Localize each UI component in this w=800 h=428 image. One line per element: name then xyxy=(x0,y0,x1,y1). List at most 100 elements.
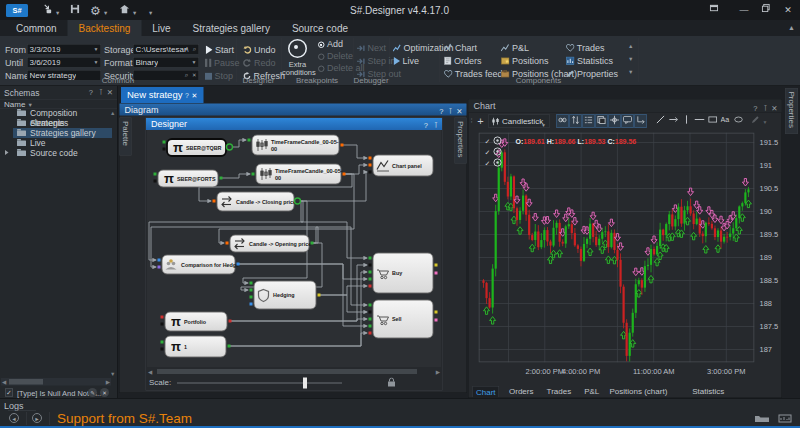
sort-tool-icon[interactable] xyxy=(570,114,582,128)
output-port[interactable] xyxy=(435,264,438,267)
add-radio[interactable]: Add xyxy=(318,38,343,51)
ribbon-tab-common[interactable]: Common xyxy=(5,20,68,36)
input-port[interactable] xyxy=(161,348,164,351)
diagram-node-sell[interactable]: Sell xyxy=(373,300,433,338)
diagram-node-chartpanel[interactable]: Chart panel xyxy=(373,155,433,176)
diagram-node-tfc2[interactable]: TimeFrameCandle_00-05-00 xyxy=(256,164,343,184)
diagram-node-portfolio[interactable]: πPortfolio xyxy=(165,312,227,331)
undo-button[interactable]: Undo xyxy=(243,44,276,55)
copy-tool-icon[interactable] xyxy=(596,114,608,128)
storage-field[interactable]: C:\Users\tesar\Do...⌕▼ xyxy=(133,44,199,55)
input-port[interactable] xyxy=(369,157,372,160)
next-button[interactable]: Next xyxy=(357,42,386,53)
input-port[interactable] xyxy=(252,173,255,176)
scroll-up-icon[interactable]: ▲ xyxy=(110,110,115,116)
input-port[interactable] xyxy=(369,264,372,267)
input-port[interactable] xyxy=(161,316,164,319)
draw-rect-icon[interactable] xyxy=(707,114,719,128)
ribbon-collapse-icon[interactable]: ▲ xyxy=(788,23,795,31)
help-icon[interactable]: ? xyxy=(89,88,93,97)
input-port[interactable] xyxy=(250,289,253,292)
chart-tab-positions-chart-[interactable]: Positions (chart) xyxy=(607,386,671,397)
input-port[interactable] xyxy=(154,180,157,183)
dropdown-icon[interactable]: ▼ xyxy=(94,47,99,53)
input-port[interactable] xyxy=(154,173,157,176)
bubble-tool-icon[interactable] xyxy=(622,114,634,128)
schemas-vertical-scrollbar[interactable]: ▲ ▼ xyxy=(109,110,116,377)
series-type-combo[interactable]: Candlestick▼ xyxy=(489,114,550,128)
input-port[interactable] xyxy=(250,296,253,299)
list-tool-icon[interactable] xyxy=(583,114,595,128)
draw-vline-icon[interactable] xyxy=(681,114,693,128)
input-port[interactable] xyxy=(163,148,166,151)
diagram-node-comparison[interactable]: Comparison for Hedge xyxy=(162,255,239,274)
step-in-button[interactable]: Step in xyxy=(357,55,396,66)
input-port[interactable] xyxy=(226,242,229,245)
corner-tool-icon[interactable] xyxy=(635,114,647,128)
draw-hline-icon[interactable] xyxy=(694,114,706,128)
diagram-horizontal-scrollbar[interactable]: ◀ ▶ xyxy=(147,368,441,375)
output-port[interactable] xyxy=(227,144,233,150)
dropdown-icon[interactable]: ▼ xyxy=(192,60,197,66)
input-port[interactable] xyxy=(163,141,166,144)
connect-dropdown-icon[interactable]: ▾ xyxy=(56,5,59,20)
pin-icon[interactable]: ⊺ xyxy=(99,88,103,97)
app-logo[interactable]: S# xyxy=(6,4,28,17)
ribbon-tab-live[interactable]: Live xyxy=(141,20,181,36)
diagram-node-closing[interactable]: Candle -> Closing price xyxy=(217,192,296,211)
dropdown-icon[interactable]: ▼ xyxy=(94,60,99,66)
link-tool-icon[interactable] xyxy=(557,114,569,128)
chart-status-icon[interactable] xyxy=(777,414,793,426)
forward-icon[interactable]: ► xyxy=(32,413,42,423)
chart-tab-chart[interactable]: Chart xyxy=(473,386,500,397)
draw-arrow-icon[interactable] xyxy=(668,114,680,128)
chart-tab-statistics[interactable]: Statistics xyxy=(689,386,727,397)
chart-tab-trades[interactable]: Trades xyxy=(544,386,575,397)
live-button[interactable]: Live xyxy=(393,55,419,66)
draw-line-icon[interactable] xyxy=(655,114,667,128)
output-port[interactable] xyxy=(295,198,301,204)
ribbon-tab-strategies-gallery[interactable]: Strategies gallery xyxy=(182,20,281,36)
input-port[interactable] xyxy=(158,266,161,269)
input-port[interactable] xyxy=(369,171,372,174)
diagram-node-buy[interactable]: Buy xyxy=(373,253,433,293)
gear-dropdown-icon[interactable]: ▾ xyxy=(104,5,107,20)
input-port[interactable] xyxy=(158,259,161,262)
draw-ellipse-icon[interactable] xyxy=(733,114,745,128)
tree-item-strategies[interactable]: Strategies xyxy=(0,118,112,128)
pause-button[interactable]: Pause xyxy=(205,57,240,68)
gear-icon[interactable]: ⚙ xyxy=(90,3,101,18)
diagram-node-tqbr[interactable]: πSBER@TQBR xyxy=(167,139,226,156)
home-dropdown-icon[interactable]: ▾ xyxy=(133,5,136,20)
output-port[interactable] xyxy=(435,319,438,322)
scale-slider[interactable] xyxy=(177,383,342,384)
crosshair-tool-icon[interactable] xyxy=(609,114,621,128)
home-icon[interactable] xyxy=(119,3,130,18)
input-port[interactable] xyxy=(161,341,164,344)
input-port[interactable] xyxy=(369,164,372,167)
help-icon[interactable]: ? xyxy=(185,92,189,100)
input-port[interactable] xyxy=(369,318,372,321)
output-port[interactable] xyxy=(228,345,231,348)
qat-dropdown-icon[interactable]: ▾ xyxy=(149,5,152,20)
tree-item-source-code[interactable]: Source code xyxy=(0,148,112,158)
diagram-node-opening[interactable]: Candle -> Opening price xyxy=(230,235,311,252)
status-message[interactable]: Support from S#.Team xyxy=(57,411,192,427)
close-button[interactable]: ✕ xyxy=(778,0,798,19)
chart-tab-p-l[interactable]: P&L xyxy=(581,386,602,397)
output-port[interactable] xyxy=(343,173,346,176)
tree-item-strategies-gallery[interactable]: Strategies gallery xyxy=(0,128,112,138)
redo-button[interactable]: Redo xyxy=(243,57,276,68)
input-port[interactable] xyxy=(161,323,164,326)
component-trades[interactable]: Trades xyxy=(566,42,605,53)
lock-icon[interactable] xyxy=(387,378,396,391)
input-port[interactable] xyxy=(248,139,251,142)
diagram-node-hedging[interactable]: Hedging xyxy=(254,281,316,309)
diagram-properties-tab[interactable]: Properties xyxy=(455,118,467,164)
palette-tab[interactable]: Palette xyxy=(120,118,132,156)
ribbon-tab-backtesting[interactable]: Backtesting xyxy=(68,20,142,36)
pin-icon[interactable]: ⊺ xyxy=(449,105,453,117)
close-icon[interactable]: ✕ xyxy=(107,88,113,97)
minimize-button[interactable]: — xyxy=(734,0,754,19)
diagram-canvas[interactable]: πSBER@TQBRπSBER@FORTSTimeFrameCandle_00-… xyxy=(147,130,441,367)
